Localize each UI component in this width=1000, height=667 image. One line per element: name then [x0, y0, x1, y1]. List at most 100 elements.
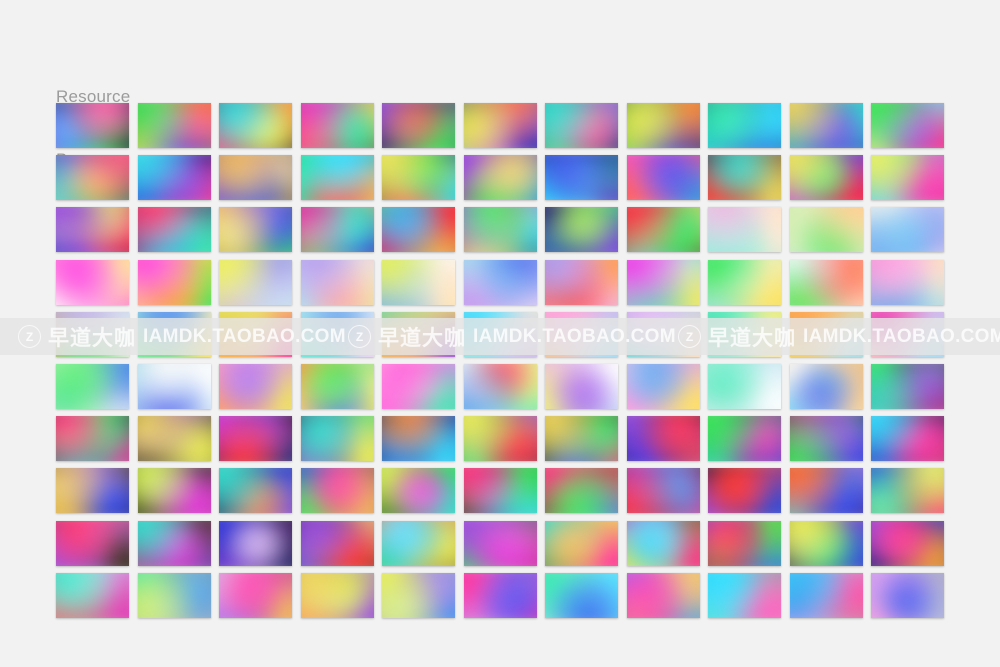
gradient-swatch[interactable] — [626, 103, 700, 148]
gradient-swatch[interactable] — [219, 363, 292, 409]
gradient-swatch[interactable] — [708, 520, 781, 566]
gradient-swatch[interactable] — [708, 572, 781, 618]
gradient-swatch[interactable] — [382, 416, 455, 462]
gradient-swatch[interactable] — [545, 363, 618, 409]
gradient-swatch[interactable] — [545, 416, 618, 462]
gradient-swatch[interactable] — [789, 468, 863, 514]
gradient-swatch[interactable] — [789, 207, 863, 253]
gradient-swatch[interactable] — [708, 259, 781, 305]
gradient-swatch[interactable] — [219, 103, 292, 148]
gradient-swatch[interactable] — [789, 572, 863, 618]
gradient-swatch[interactable] — [626, 520, 700, 566]
gradient-swatch[interactable] — [300, 103, 374, 148]
gradient-swatch[interactable] — [382, 468, 455, 514]
gradient-swatch[interactable] — [382, 520, 455, 566]
gradient-swatch[interactable] — [626, 259, 700, 305]
gradient-swatch[interactable] — [871, 520, 944, 566]
gradient-swatch[interactable] — [871, 311, 944, 357]
gradient-swatch[interactable] — [545, 572, 618, 618]
gradient-swatch[interactable] — [463, 207, 537, 253]
gradient-swatch[interactable] — [219, 468, 292, 514]
gradient-swatch[interactable] — [137, 207, 211, 253]
gradient-swatch[interactable] — [871, 155, 944, 201]
gradient-swatch[interactable] — [300, 572, 374, 618]
gradient-swatch[interactable] — [463, 155, 537, 201]
gradient-swatch[interactable] — [137, 520, 211, 566]
gradient-swatch[interactable] — [300, 155, 374, 201]
gradient-swatch[interactable] — [56, 259, 129, 305]
gradient-swatch[interactable] — [789, 416, 863, 462]
gradient-swatch[interactable] — [137, 259, 211, 305]
gradient-swatch[interactable] — [56, 520, 129, 566]
gradient-swatch[interactable] — [137, 103, 211, 148]
gradient-swatch[interactable] — [300, 259, 374, 305]
gradient-swatch[interactable] — [789, 520, 863, 566]
gradient-swatch[interactable] — [708, 416, 781, 462]
gradient-swatch[interactable] — [626, 155, 700, 201]
gradient-swatch[interactable] — [300, 468, 374, 514]
gradient-swatch[interactable] — [300, 311, 374, 357]
gradient-swatch[interactable] — [789, 155, 863, 201]
gradient-swatch[interactable] — [871, 103, 944, 148]
gradient-swatch[interactable] — [56, 468, 129, 514]
gradient-swatch[interactable] — [463, 468, 537, 514]
gradient-swatch[interactable] — [56, 416, 129, 462]
gradient-swatch[interactable] — [382, 155, 455, 201]
gradient-swatch[interactable] — [463, 311, 537, 357]
gradient-swatch[interactable] — [300, 520, 374, 566]
gradient-swatch[interactable] — [871, 363, 944, 409]
gradient-swatch[interactable] — [789, 259, 863, 305]
gradient-swatch[interactable] — [137, 363, 211, 409]
gradient-swatch[interactable] — [545, 207, 618, 253]
gradient-swatch[interactable] — [219, 311, 292, 357]
gradient-swatch[interactable] — [56, 207, 129, 253]
gradient-swatch[interactable] — [708, 155, 781, 201]
gradient-swatch[interactable] — [382, 363, 455, 409]
gradient-swatch[interactable] — [545, 520, 618, 566]
gradient-swatch[interactable] — [219, 207, 292, 253]
gradient-swatch[interactable] — [137, 572, 211, 618]
gradient-swatch[interactable] — [300, 363, 374, 409]
gradient-swatch[interactable] — [300, 416, 374, 462]
gradient-swatch[interactable] — [708, 207, 781, 253]
gradient-swatch[interactable] — [871, 416, 944, 462]
gradient-swatch[interactable] — [626, 311, 700, 357]
gradient-swatch[interactable] — [789, 363, 863, 409]
gradient-swatch[interactable] — [871, 572, 944, 618]
gradient-swatch[interactable] — [708, 468, 781, 514]
gradient-swatch[interactable] — [626, 416, 700, 462]
gradient-swatch[interactable] — [626, 207, 700, 253]
gradient-swatch[interactable] — [463, 520, 537, 566]
gradient-swatch[interactable] — [56, 103, 129, 148]
gradient-swatch[interactable] — [545, 468, 618, 514]
gradient-swatch[interactable] — [382, 207, 455, 253]
gradient-swatch[interactable] — [871, 207, 944, 253]
gradient-swatch[interactable] — [219, 416, 292, 462]
gradient-swatch[interactable] — [545, 311, 618, 357]
gradient-swatch[interactable] — [382, 572, 455, 618]
gradient-swatch[interactable] — [626, 363, 700, 409]
gradient-swatch[interactable] — [137, 311, 211, 357]
gradient-swatch[interactable] — [382, 311, 455, 357]
gradient-swatch[interactable] — [708, 363, 781, 409]
gradient-swatch[interactable] — [219, 259, 292, 305]
gradient-swatch[interactable] — [708, 103, 781, 148]
gradient-swatch[interactable] — [382, 103, 455, 148]
gradient-swatch[interactable] — [871, 259, 944, 305]
gradient-swatch[interactable] — [56, 572, 129, 618]
gradient-swatch[interactable] — [463, 572, 537, 618]
gradient-swatch[interactable] — [219, 155, 292, 201]
gradient-swatch[interactable] — [545, 259, 618, 305]
gradient-swatch[interactable] — [626, 468, 700, 514]
gradient-swatch[interactable] — [545, 155, 618, 201]
gradient-swatch[interactable] — [626, 572, 700, 618]
gradient-swatch[interactable] — [545, 103, 618, 148]
gradient-swatch[interactable] — [463, 259, 537, 305]
gradient-swatch[interactable] — [137, 416, 211, 462]
gradient-swatch[interactable] — [137, 155, 211, 201]
gradient-swatch[interactable] — [137, 468, 211, 514]
gradient-swatch[interactable] — [463, 416, 537, 462]
gradient-swatch[interactable] — [463, 363, 537, 409]
gradient-swatch[interactable] — [219, 572, 292, 618]
gradient-swatch[interactable] — [463, 103, 537, 148]
